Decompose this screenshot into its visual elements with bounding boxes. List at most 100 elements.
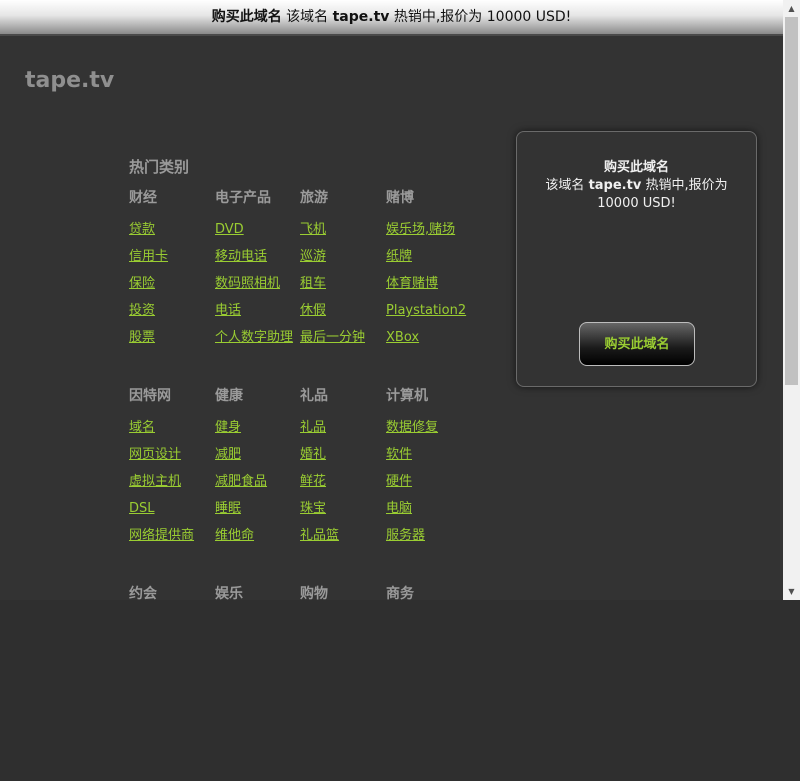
category-link[interactable]: 健身 bbox=[215, 420, 241, 435]
category-heading: 赌博 bbox=[386, 190, 414, 206]
category-link[interactable]: 减肥 bbox=[215, 447, 241, 462]
category-heading: 娱乐 bbox=[215, 586, 243, 602]
category-link[interactable]: 睡眠 bbox=[215, 501, 241, 516]
vertical-scrollbar[interactable]: ▲ ▼ bbox=[783, 0, 800, 600]
category-list-item: 服务器 bbox=[386, 527, 470, 544]
category-link[interactable]: 数据修复 bbox=[386, 420, 438, 435]
category-link[interactable]: 礼品篮 bbox=[300, 528, 339, 543]
category-link[interactable]: 珠宝 bbox=[300, 501, 326, 516]
category-link[interactable]: 巡游 bbox=[300, 249, 326, 264]
category-link-list: 贷款信用卡保险投资股票 bbox=[129, 221, 213, 346]
category-link[interactable]: 股票 bbox=[129, 330, 155, 345]
category-list-item: 租车 bbox=[300, 275, 384, 292]
category-heading: 商务 bbox=[386, 586, 414, 602]
category-list-item: 电话 bbox=[215, 302, 299, 319]
category-link[interactable]: 休假 bbox=[300, 303, 326, 318]
category-heading: 计算机 bbox=[386, 388, 428, 404]
category-link[interactable]: 电话 bbox=[215, 303, 241, 318]
category-group: 因特网 域名 网页设计 虚拟主机 DSL 网络提供商 健康 健身 减肥 减肥食品 睡眠 维他命 礼品 礼品… bbox=[129, 385, 489, 583]
category-column: 因特网 域名 网页设计 虚拟主机 DSL 网络提供商 bbox=[129, 385, 213, 554]
category-link-list: 域名网页设计虚拟主机 DSL 网络提供商 bbox=[129, 419, 213, 544]
buybox-desc-prefix: 该域名 bbox=[545, 178, 585, 193]
category-list-item: 珠宝 bbox=[300, 500, 384, 517]
page-content: tape.tv 热门类别 财经 贷款 信用卡 保险 投资 股票 电子产品 DVD 移动电话 数码照… bbox=[0, 36, 783, 602]
banner-domain: tape.tv bbox=[332, 9, 390, 25]
category-link-list: DVD 移动电话数码照相机电话个人数字助理 bbox=[215, 221, 299, 346]
category-link[interactable]: 投资 bbox=[129, 303, 155, 318]
category-heading: 电子产品 bbox=[215, 190, 271, 206]
category-link[interactable]: 鲜花 bbox=[300, 474, 326, 489]
category-link[interactable]: 娱乐场,赌场 bbox=[386, 222, 455, 237]
category-link[interactable]: 纸牌 bbox=[386, 249, 412, 264]
category-link[interactable]: 硬件 bbox=[386, 474, 412, 489]
buy-domain-button[interactable]: 购买此域名 bbox=[579, 322, 695, 366]
category-link[interactable]: XBox bbox=[386, 330, 419, 345]
buybox-domain: tape.tv bbox=[588, 178, 642, 193]
category-list-item: 娱乐场,赌场 bbox=[386, 221, 470, 238]
category-list-item: 纸牌 bbox=[386, 248, 470, 265]
category-column: 旅游飞机巡游租车休假最后一分钟 bbox=[300, 187, 384, 356]
category-link[interactable]: 最后一分钟 bbox=[300, 330, 365, 345]
category-link[interactable]: 软件 bbox=[386, 447, 412, 462]
category-link[interactable]: 服务器 bbox=[386, 528, 425, 543]
category-link[interactable]: 域名 bbox=[129, 420, 155, 435]
category-link-list: 数据修复软件硬件电脑服务器 bbox=[386, 419, 470, 544]
category-link[interactable]: 移动电话 bbox=[215, 249, 267, 264]
category-link[interactable]: 飞机 bbox=[300, 222, 326, 237]
scrollbar-thumb[interactable] bbox=[785, 17, 798, 385]
category-list-item: 减肥食品 bbox=[215, 473, 299, 490]
category-link[interactable]: DSL bbox=[129, 501, 155, 516]
category-column: 礼品 礼品 婚礼 鲜花 珠宝 礼品篮 bbox=[300, 385, 384, 554]
category-list-item: 减肥 bbox=[215, 446, 299, 463]
category-heading: 礼品 bbox=[300, 388, 328, 404]
top-banner: 购买此域名 该域名 tape.tv 热销中,报价为 10000 USD! bbox=[0, 0, 783, 36]
category-link[interactable]: DVD bbox=[215, 222, 244, 237]
category-link[interactable]: 数码照相机 bbox=[215, 276, 280, 291]
buy-domain-box: 购买此域名 该域名 tape.tv 热销中,报价为 10000 USD! 购买此… bbox=[516, 131, 757, 387]
category-link[interactable]: 保险 bbox=[129, 276, 155, 291]
scroll-down-arrow-icon[interactable]: ▼ bbox=[783, 583, 800, 600]
category-column: 健康健身减肥减肥食品睡眠维他命 bbox=[215, 385, 299, 554]
category-link[interactable]: Playstation2 bbox=[386, 303, 466, 318]
category-list-item: 个人数字助理 bbox=[215, 329, 299, 346]
scroll-up-arrow-icon[interactable]: ▲ bbox=[783, 0, 800, 17]
category-list-item: 体育赌博 bbox=[386, 275, 470, 292]
category-column: 商务 bbox=[386, 583, 470, 617]
category-link[interactable]: 信用卡 bbox=[129, 249, 168, 264]
category-link-list: 娱乐场,赌场 纸牌体育赌博 Playstation2 XBox bbox=[386, 221, 470, 346]
category-link[interactable]: 虚拟主机 bbox=[129, 474, 181, 489]
popular-categories: 热门类别 财经 贷款 信用卡 保险 投资 股票 电子产品 DVD 移动电话 数码照相机 电话 个人数字… bbox=[129, 156, 489, 781]
category-link[interactable]: 婚礼 bbox=[300, 447, 326, 462]
category-link[interactable]: 礼品 bbox=[300, 420, 326, 435]
category-link[interactable]: 减肥食品 bbox=[215, 474, 267, 489]
category-link[interactable]: 租车 bbox=[300, 276, 326, 291]
category-link[interactable]: 电脑 bbox=[386, 501, 412, 516]
category-list-item: 婚礼 bbox=[300, 446, 384, 463]
category-link[interactable]: 维他命 bbox=[215, 528, 254, 543]
category-link-list: 礼品婚礼鲜花珠宝礼品篮 bbox=[300, 419, 384, 544]
category-list-item: 硬件 bbox=[386, 473, 470, 490]
category-list-item: DVD bbox=[215, 221, 299, 238]
category-list-item: 股票 bbox=[129, 329, 213, 346]
categories-title: 热门类别 bbox=[129, 158, 190, 176]
category-list-item: 礼品 bbox=[300, 419, 384, 436]
category-link[interactable]: 贷款 bbox=[129, 222, 155, 237]
category-column: 娱乐 bbox=[215, 583, 299, 617]
category-list-item: Playstation2 bbox=[386, 302, 470, 319]
category-list-item: 移动电话 bbox=[215, 248, 299, 265]
category-heading: 健康 bbox=[215, 388, 243, 404]
category-heading: 旅游 bbox=[300, 190, 328, 206]
category-link[interactable]: 体育赌博 bbox=[386, 276, 438, 291]
category-link[interactable]: 网络提供商 bbox=[129, 528, 194, 543]
category-list-item: 数据修复 bbox=[386, 419, 470, 436]
banner-text-suffix: 热销中,报价为 10000 USD! bbox=[393, 9, 572, 25]
category-link[interactable]: 个人数字助理 bbox=[215, 330, 293, 345]
category-list-item: 鲜花 bbox=[300, 473, 384, 490]
category-column: 约会 bbox=[129, 583, 213, 617]
category-link[interactable]: 网页设计 bbox=[129, 447, 181, 462]
category-heading: 约会 bbox=[129, 586, 157, 602]
banner-buy-label[interactable]: 购买此域名 bbox=[212, 9, 282, 25]
category-list-item: 软件 bbox=[386, 446, 470, 463]
category-list-item: XBox bbox=[386, 329, 470, 346]
buybox-description: 该域名 tape.tv 热销中,报价为 10000 USD! bbox=[517, 177, 756, 213]
